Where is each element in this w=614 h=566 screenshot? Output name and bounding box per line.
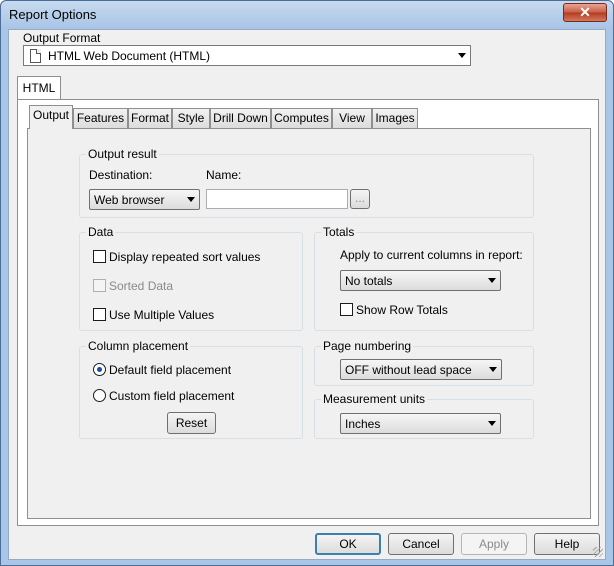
window-title: Report Options	[9, 7, 97, 22]
show-row-totals-checkbox[interactable]	[340, 303, 353, 316]
chevron-down-icon	[488, 278, 496, 283]
totals-title: Totals	[321, 225, 357, 239]
destination-label: Destination:	[89, 168, 153, 182]
measurement-units-select[interactable]: Inches	[340, 413, 501, 434]
tab-features[interactable]: Features	[73, 108, 128, 128]
close-button[interactable]: ✕	[563, 3, 607, 22]
chevron-down-icon	[489, 367, 497, 372]
tab-html[interactable]: HTML	[17, 76, 61, 100]
help-button[interactable]: Help	[534, 533, 600, 555]
sorted-data-checkbox[interactable]	[93, 279, 106, 292]
data-title: Data	[86, 225, 116, 239]
output-result-title: Output result	[86, 147, 159, 161]
resize-grip[interactable]	[593, 547, 603, 557]
chevron-down-icon	[187, 197, 195, 202]
name-input[interactable]	[206, 189, 348, 209]
tab-drill-down[interactable]: Drill Down	[210, 108, 271, 128]
custom-placement-label: Custom field placement	[109, 389, 235, 403]
output-format-value: HTML Web Document (HTML)	[48, 49, 211, 63]
browse-button[interactable]: ...	[350, 189, 370, 209]
chevron-down-icon	[458, 53, 466, 58]
sorted-data-label: Sorted Data	[109, 279, 174, 293]
destination-value: Web browser	[94, 193, 165, 207]
display-repeated-label: Display repeated sort values	[109, 250, 261, 264]
tab-images[interactable]: Images	[372, 108, 418, 128]
cancel-button[interactable]: Cancel	[388, 533, 454, 555]
chevron-down-icon	[488, 421, 496, 426]
page-numbering-title: Page numbering	[321, 339, 414, 353]
measurement-units-value: Inches	[345, 417, 381, 431]
tab-output[interactable]: Output	[29, 105, 73, 129]
use-multiple-values-checkbox[interactable]	[93, 308, 106, 321]
tab-view[interactable]: View	[332, 108, 372, 128]
reset-button[interactable]: Reset	[167, 412, 216, 434]
page-numbering-value: OFF without lead space	[345, 363, 472, 377]
display-repeated-checkbox[interactable]	[93, 250, 106, 263]
apply-button[interactable]: Apply	[461, 533, 527, 555]
use-multiple-values-label: Use Multiple Values	[109, 308, 215, 322]
page-numbering-select[interactable]: OFF without lead space	[340, 359, 502, 380]
title-bar: Report Options ✕	[1, 1, 613, 29]
destination-select[interactable]: Web browser	[89, 189, 200, 210]
show-row-totals-label: Show Row Totals	[356, 303, 448, 317]
custom-placement-radio[interactable]	[93, 389, 106, 402]
default-placement-radio[interactable]	[93, 363, 106, 376]
name-label: Name:	[206, 168, 242, 182]
measurement-units-title: Measurement units	[321, 392, 428, 406]
tab-style[interactable]: Style	[172, 108, 210, 128]
document-icon	[30, 49, 41, 63]
dialog-body: Output Format HTML Web Document (HTML) H…	[8, 29, 606, 560]
apply-columns-label: Apply to current columns in report:	[340, 248, 523, 262]
report-options-window: Report Options ✕ Output Format HTML Web …	[0, 0, 614, 566]
tab-format[interactable]: Format	[128, 108, 172, 128]
default-placement-label: Default field placement	[109, 363, 232, 377]
column-placement-title: Column placement	[86, 339, 191, 353]
output-format-select[interactable]: HTML Web Document (HTML)	[23, 45, 471, 66]
ok-button[interactable]: OK	[315, 533, 381, 555]
tab-computes[interactable]: Computes	[271, 108, 332, 128]
output-format-label: Output Format	[23, 31, 101, 45]
totals-value: No totals	[345, 274, 393, 288]
totals-select[interactable]: No totals	[340, 270, 501, 291]
